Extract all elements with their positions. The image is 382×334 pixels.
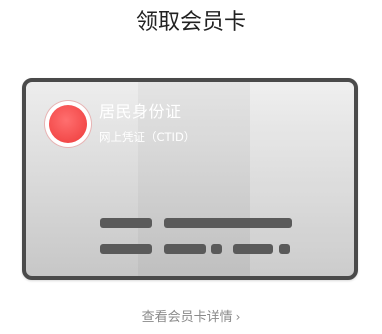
masked-text-bar (233, 244, 273, 254)
masked-text-bar (211, 244, 222, 254)
masked-text-bar (100, 218, 152, 228)
chevron-right-icon: › (235, 310, 241, 324)
card-subtitle: 网上凭证（CTID） (99, 130, 196, 144)
view-card-details-label: 查看会员卡详情 (141, 310, 233, 325)
masked-text-bar (164, 218, 292, 228)
page: 领取会员卡 居民身份证 网上凭证（CTID） 查看会员卡详情 › (0, 0, 382, 334)
membership-card[interactable]: 居民身份证 网上凭证（CTID） (22, 78, 358, 280)
masked-text-bar (100, 244, 152, 254)
national-emblem-icon (45, 101, 91, 147)
view-card-details-link[interactable]: 查看会员卡详情 › (0, 306, 382, 329)
emblem-core (49, 105, 87, 143)
page-title: 领取会员卡 (135, 10, 246, 35)
masked-text-bar (279, 244, 290, 254)
card-name: 居民身份证 (99, 102, 182, 121)
masked-text-bar (164, 244, 206, 254)
